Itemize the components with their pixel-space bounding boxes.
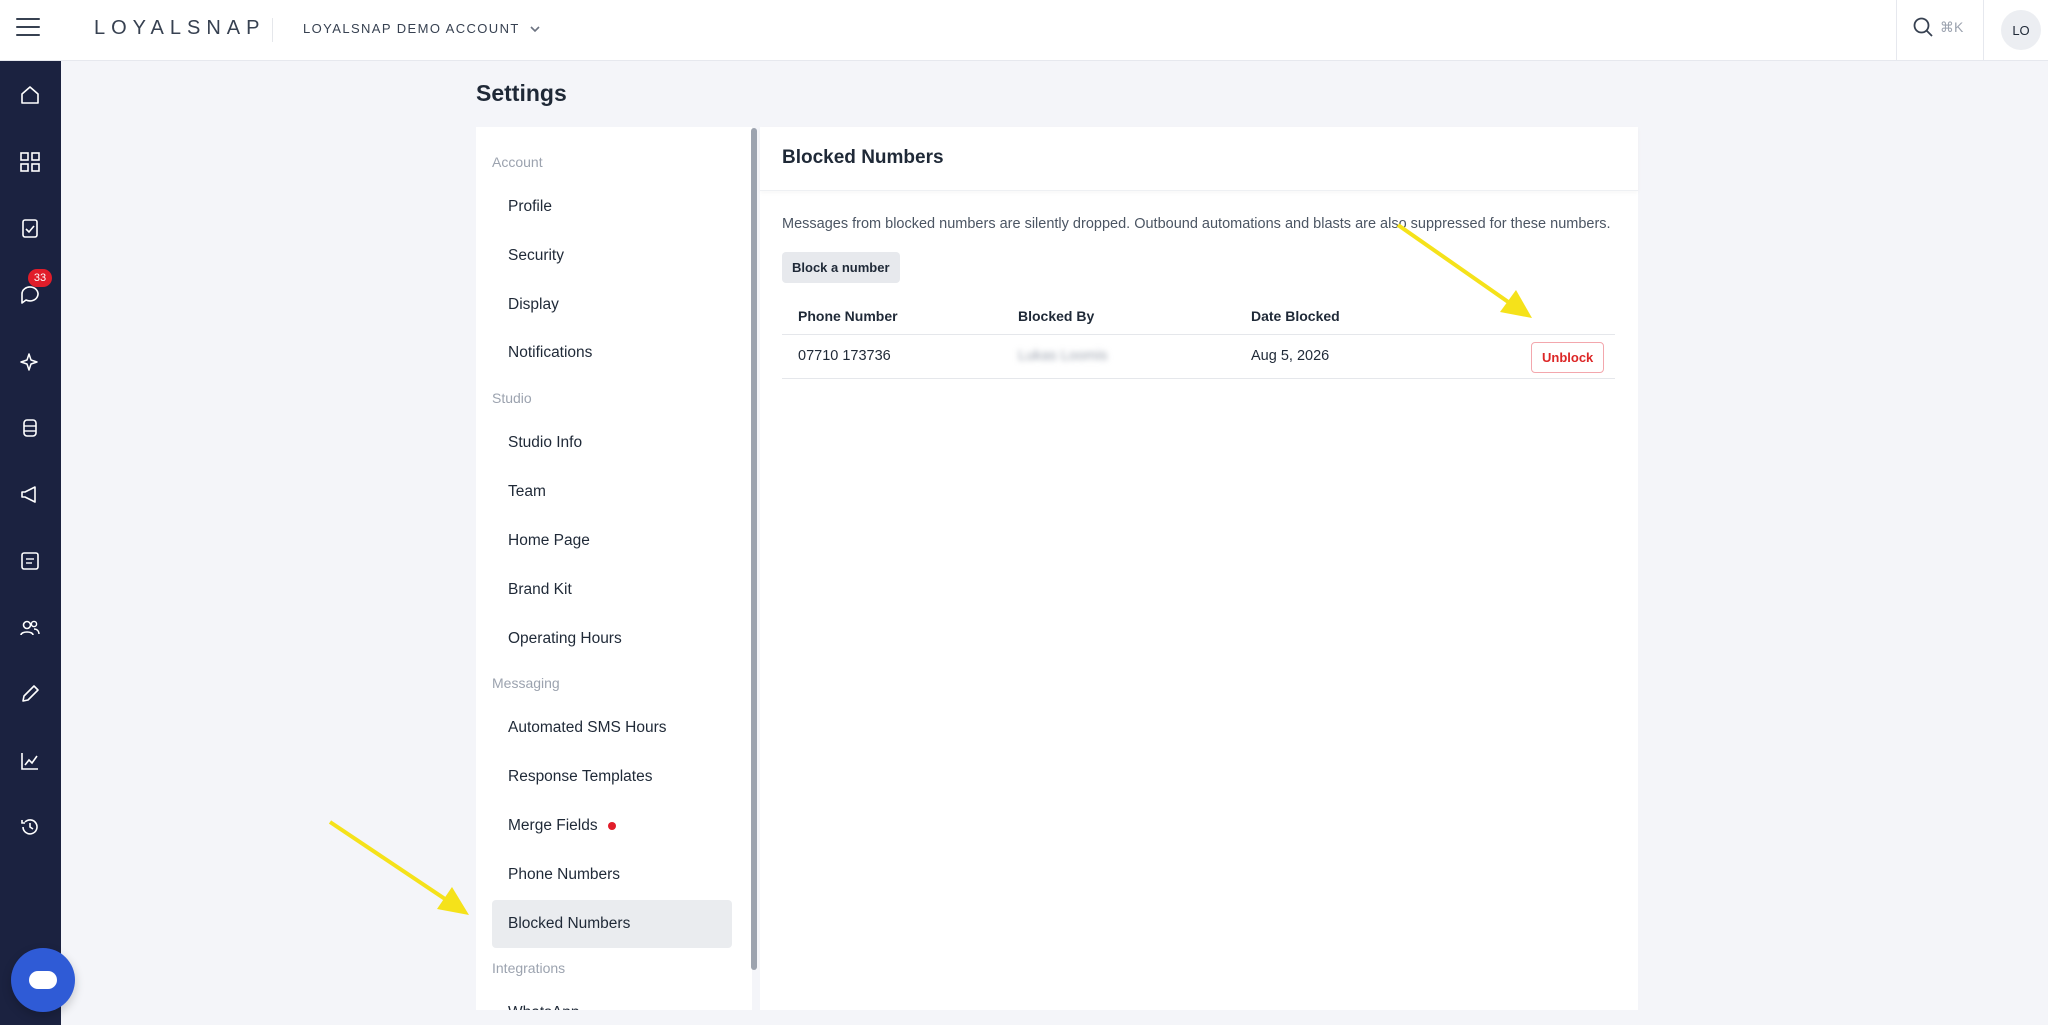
nav-item-response-templates[interactable]: Response Templates [492,753,732,801]
nav-scrollbar[interactable] [751,128,757,970]
settings-nav: Account Profile Security Display Notific… [476,127,752,1010]
chat-bubble-icon [29,971,57,989]
divider [272,18,273,42]
nav-item-profile[interactable]: Profile [492,183,732,231]
panel-description: Messages from blocked numbers are silent… [782,216,1611,232]
stack-icon[interactable] [16,414,44,442]
nav-item-brand-kit[interactable]: Brand Kit [492,566,732,614]
sparkle-icon[interactable] [16,347,44,375]
table-header: Phone Number Blocked By Date Blocked [782,297,1615,335]
account-name: LOYALSNAP DEMO ACCOUNT [303,21,520,36]
notification-badge: 33 [28,269,52,287]
menu-icon[interactable] [16,18,40,38]
chart-icon[interactable] [16,747,44,775]
phone-number-cell: 07710 173736 [798,348,891,364]
column-header-phone[interactable]: Phone Number [798,308,898,324]
search-icon [1913,17,1933,37]
divider [1983,0,1984,61]
panel-header: Blocked Numbers [760,127,1638,191]
users-icon[interactable] [16,614,44,642]
app-logo[interactable]: LOYALSNAP [94,17,265,40]
icon-rail: 33 [0,61,61,1025]
top-bar: LOYALSNAP LOYALSNAP DEMO ACCOUNT ⌘K LO [0,0,2048,61]
blocked-numbers-table: Phone Number Blocked By Date Blocked 077… [782,297,1615,379]
nav-item-merge-fields[interactable]: Merge Fields [492,802,732,850]
nav-section-messaging: Messaging [492,675,560,691]
nav-item-whatsapp[interactable]: WhatsApp [492,989,732,1010]
blocked-by-cell: Lukas Loomis [1018,348,1108,364]
nav-item-phone-numbers[interactable]: Phone Numbers [492,851,732,899]
nav-section-studio: Studio [492,390,532,406]
panel-title: Blocked Numbers [782,147,944,168]
divider [1896,0,1897,61]
home-icon[interactable] [16,81,44,109]
nav-item-security[interactable]: Security [492,232,732,280]
page-title: Settings [476,80,567,106]
search-button[interactable]: ⌘K [1912,16,1963,38]
avatar[interactable]: LO [2001,10,2041,50]
arrow-icon [328,820,469,915]
nav-item-display[interactable]: Display [492,281,732,329]
pen-icon[interactable] [16,680,44,708]
nav-item-blocked-numbers[interactable]: Blocked Numbers [492,900,732,948]
nav-section-integrations: Integrations [492,960,566,976]
column-header-blocked-by[interactable]: Blocked By [1018,308,1094,324]
nav-item-studio-info[interactable]: Studio Info [492,419,732,467]
nav-section-account: Account [492,154,543,170]
tasks-icon[interactable] [16,214,44,242]
search-shortcut: ⌘K [1940,18,1964,35]
unblock-button[interactable]: Unblock [1531,342,1605,373]
block-number-button[interactable]: Block a number [782,252,900,283]
megaphone-icon[interactable] [16,480,44,508]
chat-widget-button[interactable] [11,948,75,1012]
nav-item-label: Merge Fields [508,817,598,834]
blocked-numbers-panel: Blocked Numbers Messages from blocked nu… [760,127,1638,1010]
grid-icon[interactable] [16,148,44,176]
table-row: 07710 173736 Lukas Loomis Aug 5, 2026 Un… [782,335,1615,379]
new-indicator-dot [607,822,616,830]
nav-item-operating-hours[interactable]: Operating Hours [492,615,732,663]
chevron-down-icon [530,25,540,32]
nav-item-team[interactable]: Team [492,468,732,516]
account-switcher[interactable]: LOYALSNAP DEMO ACCOUNT [303,21,542,36]
date-blocked-cell: Aug 5, 2026 [1251,348,1330,364]
nav-item-notifications[interactable]: Notifications [492,329,732,377]
history-icon[interactable] [16,813,44,841]
column-header-date-blocked[interactable]: Date Blocked [1251,308,1340,324]
nav-item-automated-sms-hours[interactable]: Automated SMS Hours [492,704,732,752]
nav-item-home-page[interactable]: Home Page [492,517,732,565]
document-icon[interactable] [16,547,44,575]
